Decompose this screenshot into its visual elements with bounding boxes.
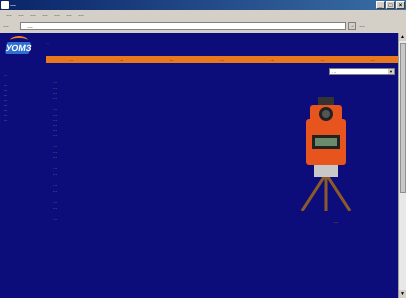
address-bar: … … → …	[0, 21, 406, 32]
contact-section: … … … …	[53, 79, 243, 100]
menu-file[interactable]: …	[6, 11, 12, 20]
links-button[interactable]: …	[359, 21, 365, 32]
section-line: …	[53, 154, 57, 159]
section-line: …	[53, 188, 57, 193]
window-title: …	[10, 2, 16, 8]
nav-item[interactable]: …	[321, 56, 325, 63]
contact-section: … …	[53, 199, 243, 210]
close-button[interactable]: ×	[396, 1, 405, 9]
chevron-down-icon[interactable]: ▼	[388, 69, 394, 74]
product-caption: …	[334, 219, 338, 224]
contact-section: … … … … … …	[53, 106, 243, 137]
minimize-button[interactable]: _	[376, 1, 385, 9]
menu-help[interactable]: …	[66, 11, 72, 20]
web-page: УОМЗ … … … … … … … … … … … … … … … … … ……	[0, 33, 398, 298]
section-heading: …	[53, 216, 58, 221]
contact-section: … …	[53, 182, 243, 193]
contact-section: … …	[53, 165, 243, 176]
total-station-image	[300, 97, 352, 211]
browser-window: … _ □ × … … … … … … … … … → … УОМЗ … … …	[0, 0, 406, 298]
title-bar: … _ □ ×	[0, 0, 406, 10]
site-sidebar: … … … … … … … … …	[4, 73, 44, 123]
menu-extra[interactable]: …	[78, 11, 84, 20]
site-header: УОМЗ …	[0, 33, 398, 57]
main-content: … … … … … … … … … … … … … … … … … … … …	[53, 73, 243, 222]
select-value: …	[332, 69, 337, 74]
contact-section: …	[53, 216, 243, 222]
site-nav: … … … … … … …	[46, 56, 398, 63]
vertical-scrollbar[interactable]: ▲ ▼	[398, 33, 406, 298]
go-button[interactable]: →	[348, 22, 356, 30]
site-tagline: …	[46, 42, 49, 45]
nav-item[interactable]: …	[220, 56, 224, 63]
nav-item[interactable]: …	[119, 56, 123, 63]
address-label: …	[3, 23, 9, 29]
contact-section: … … …	[53, 143, 243, 159]
nav-item[interactable]: …	[69, 56, 73, 63]
menu-bar: … … … … … … …	[0, 11, 406, 20]
url-input[interactable]: …	[20, 22, 346, 30]
section-link[interactable]: …	[53, 171, 243, 176]
menu-view[interactable]: …	[30, 11, 36, 20]
catalog-select[interactable]: … ▼	[329, 68, 395, 75]
nav-item[interactable]: …	[270, 56, 274, 63]
section-link[interactable]: …	[53, 205, 243, 210]
nav-item[interactable]: …	[371, 56, 375, 63]
menu-edit[interactable]: …	[18, 11, 24, 20]
nav-item[interactable]: …	[170, 56, 174, 63]
maximize-button[interactable]: □	[386, 1, 395, 9]
scrollbar-thumb[interactable]	[400, 43, 406, 193]
site-logo[interactable]: УОМЗ	[2, 35, 32, 57]
logo-text: УОМЗ	[4, 42, 33, 54]
section-line: …	[53, 95, 57, 100]
menu-tools[interactable]: …	[54, 11, 60, 20]
menu-favorites[interactable]: …	[42, 11, 48, 20]
section-line: …	[53, 132, 57, 137]
scroll-down-icon[interactable]: ▼	[399, 290, 406, 298]
browser-icon	[1, 1, 9, 9]
sidebar-item[interactable]: …	[4, 118, 44, 123]
scroll-up-icon[interactable]: ▲	[399, 33, 406, 41]
